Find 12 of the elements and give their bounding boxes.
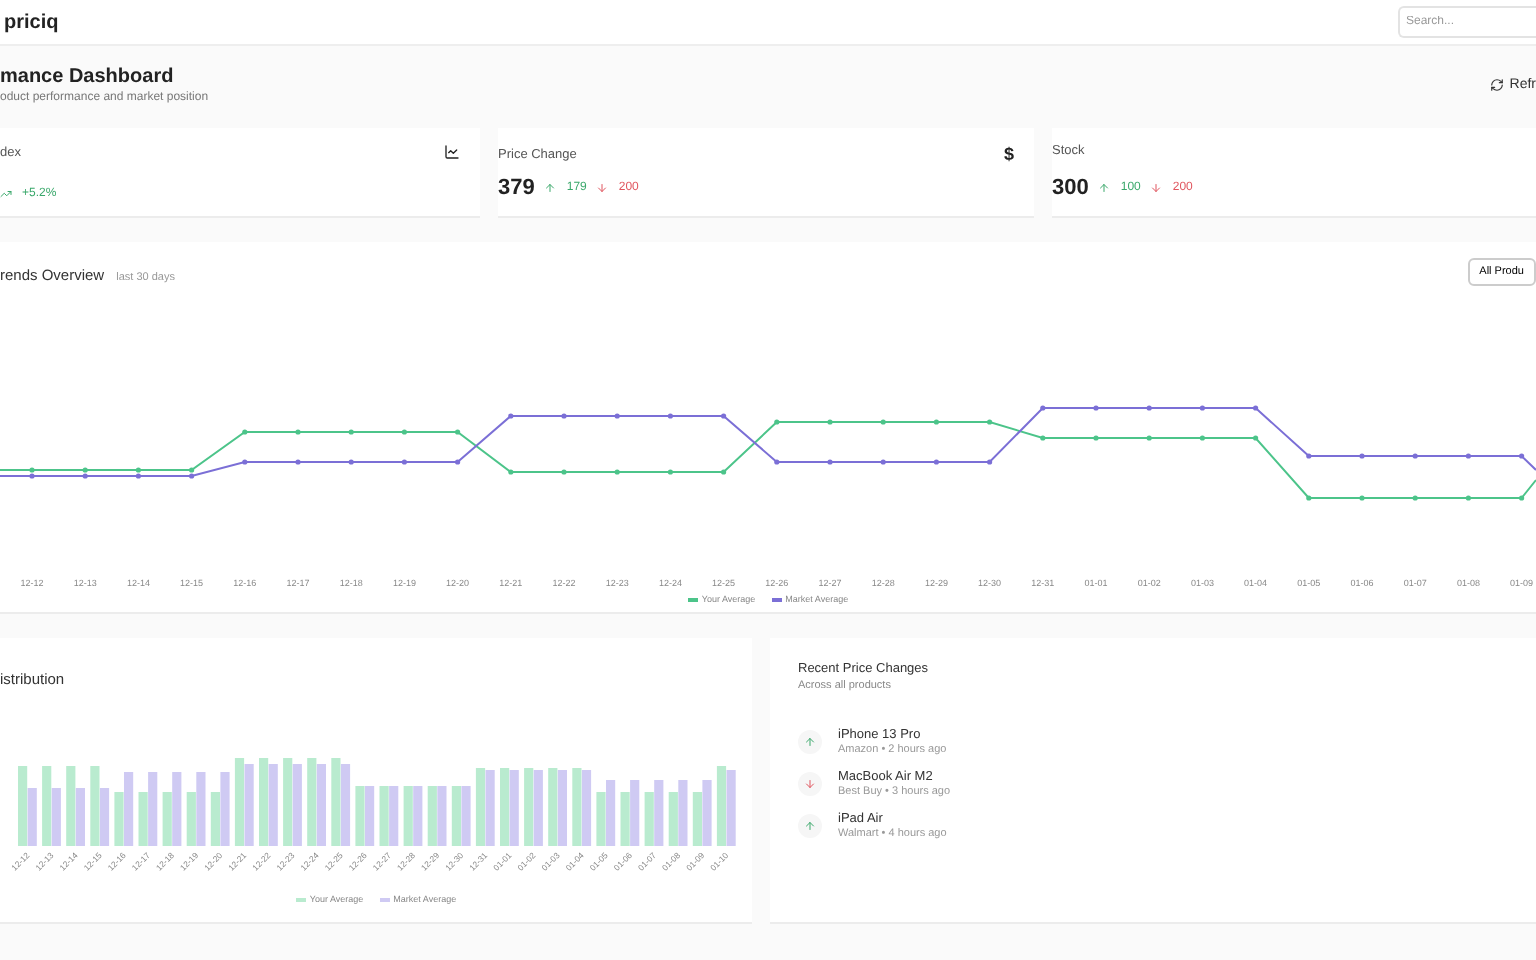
chart-icon bbox=[444, 144, 460, 160]
arrow-up-icon bbox=[1098, 182, 1111, 194]
refresh-icon bbox=[1489, 78, 1504, 92]
arrow-down-icon bbox=[596, 182, 609, 194]
page-title: mance Dashboard bbox=[0, 66, 176, 88]
stat-value: 300 bbox=[1052, 176, 1089, 200]
logo[interactable]: priciq bbox=[4, 11, 59, 33]
arrow-down-icon bbox=[1150, 182, 1163, 194]
stat-value: 379 bbox=[498, 176, 535, 200]
dollar-sign: $ bbox=[1003, 144, 1014, 164]
trend-up-icon bbox=[0, 188, 12, 200]
arrow-up-icon bbox=[544, 182, 557, 194]
